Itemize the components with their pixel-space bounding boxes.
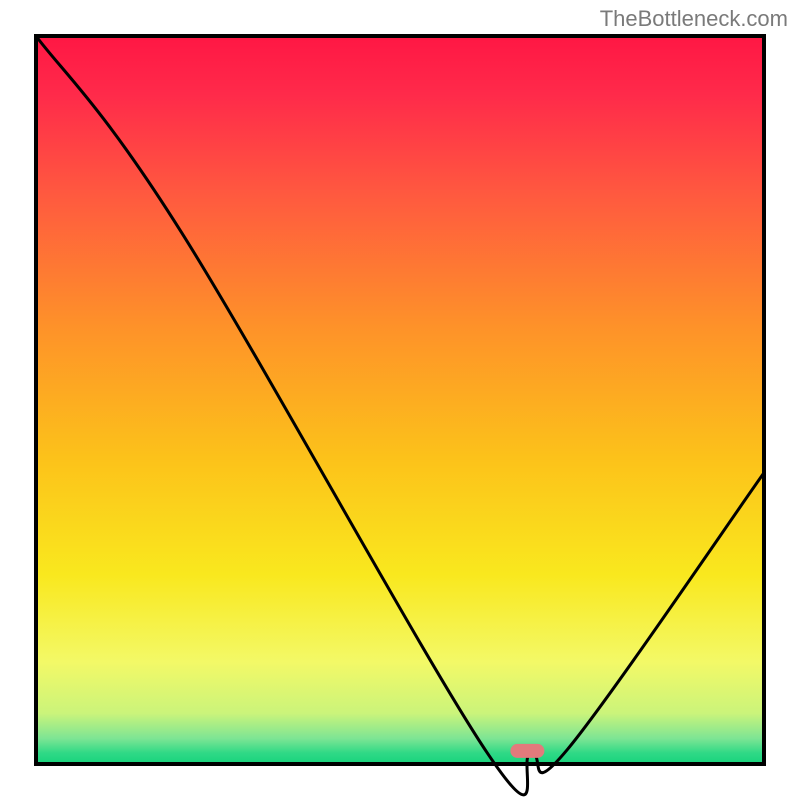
bottleneck-chart — [0, 0, 800, 800]
watermark-text: TheBottleneck.com — [600, 6, 788, 32]
optimal-point-marker — [510, 744, 544, 758]
plot-background — [36, 36, 764, 764]
chart-container: TheBottleneck.com — [0, 0, 800, 800]
